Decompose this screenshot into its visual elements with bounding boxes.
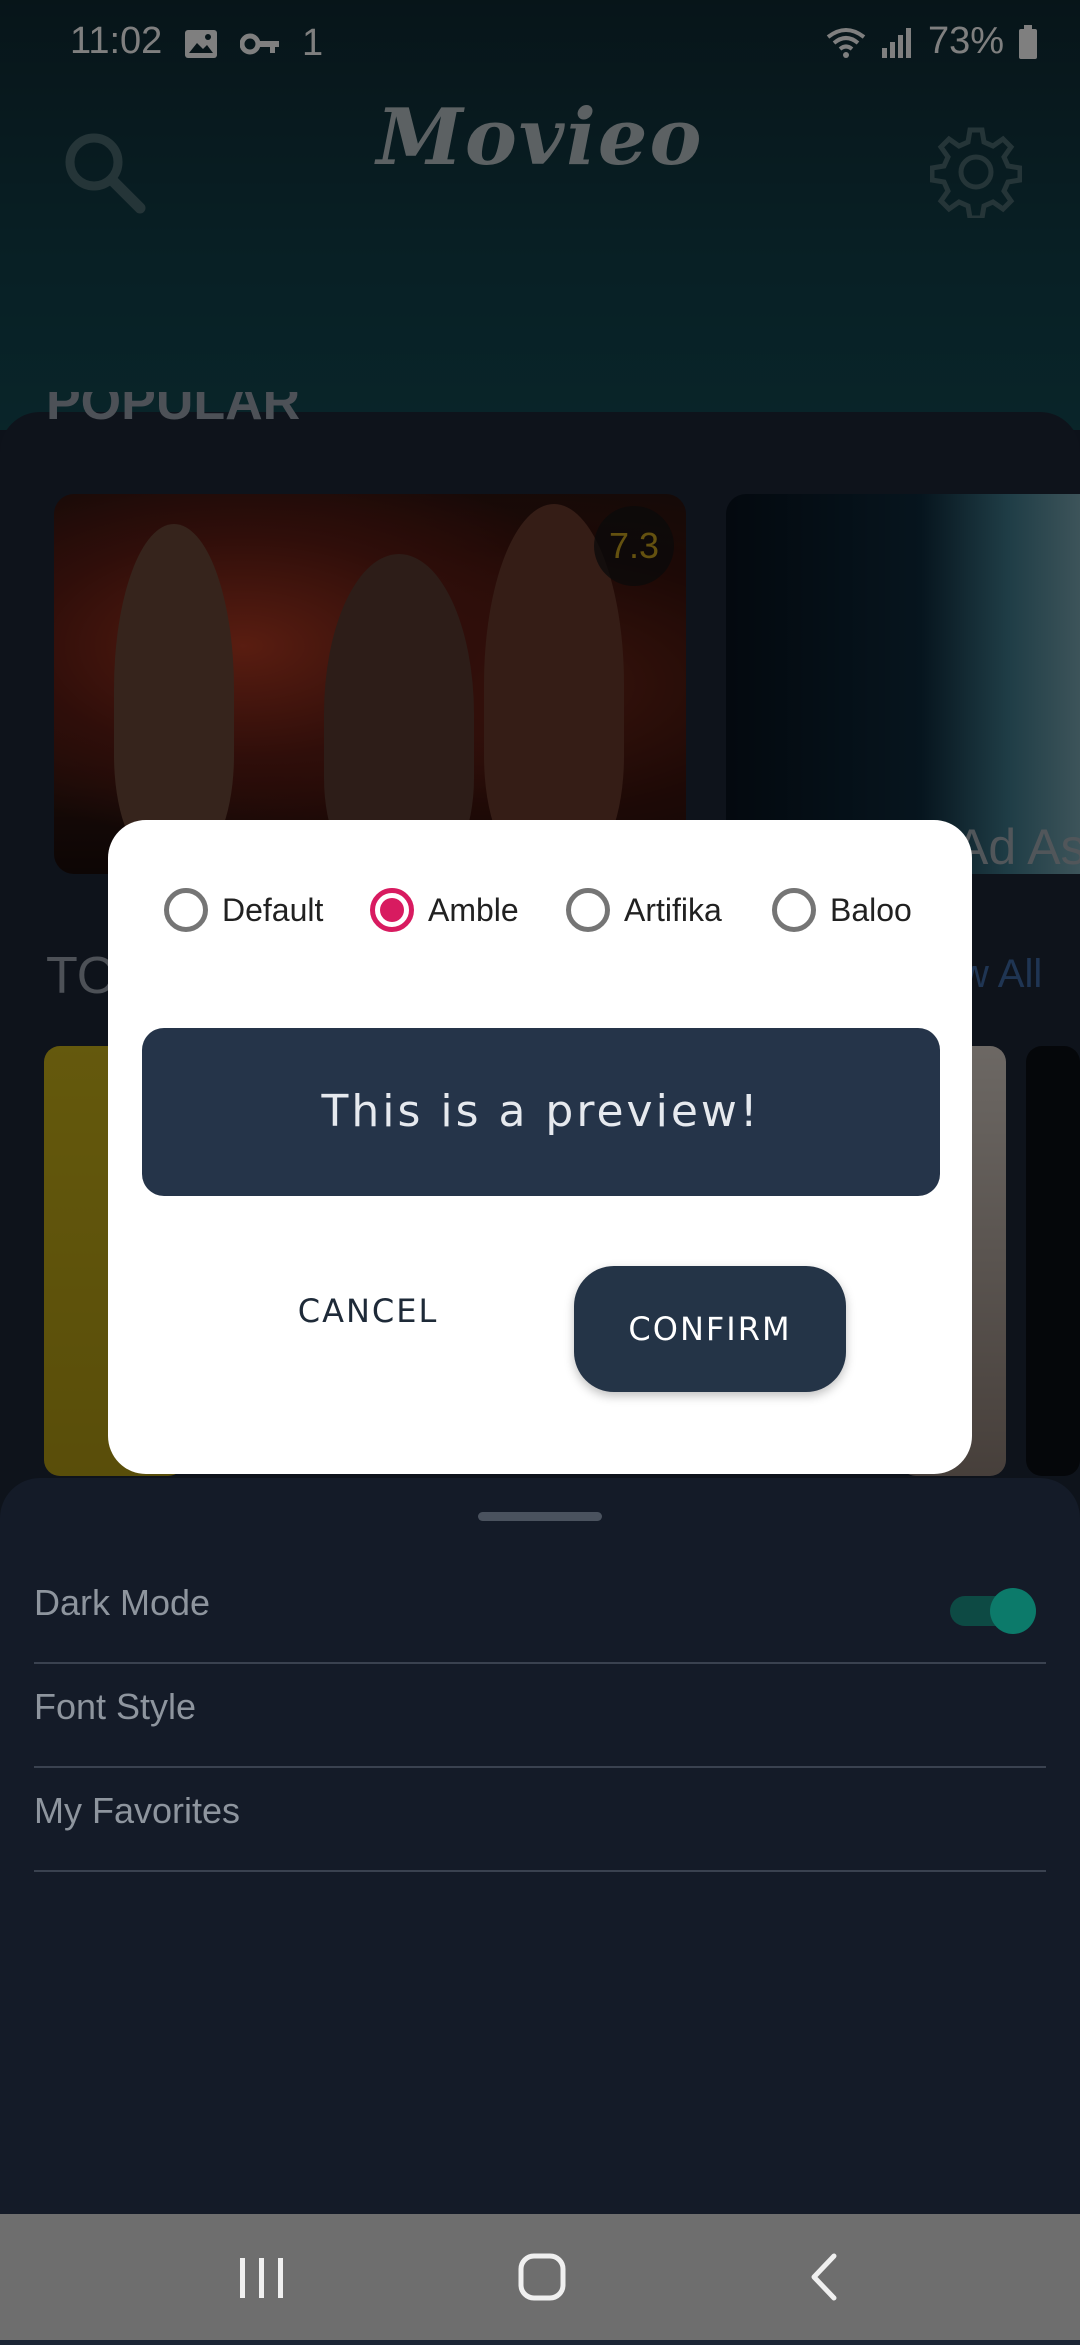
settings-bottom-sheet: Dark Mode Font Style My Favorites	[0, 1478, 1080, 2214]
dark-mode-toggle[interactable]	[950, 1588, 1036, 1634]
font-radio-group: Default Amble Artifika Baloo	[164, 880, 924, 940]
back-icon	[811, 2253, 837, 2301]
radio-button-unchecked[interactable]	[566, 888, 610, 932]
radio-button-unchecked[interactable]	[772, 888, 816, 932]
font-option-label: Baloo	[830, 891, 912, 928]
font-option-default[interactable]: Default	[164, 880, 323, 940]
settings-item-my-favorites[interactable]: My Favorites	[34, 1766, 1046, 1872]
toggle-thumb	[990, 1588, 1036, 1634]
radio-selected-dot	[380, 898, 404, 922]
radio-button-checked[interactable]	[370, 888, 414, 932]
radio-button-unchecked[interactable]	[164, 888, 208, 932]
recent-apps-icon	[240, 2258, 283, 2298]
settings-item-dark-mode[interactable]: Dark Mode	[34, 1558, 1046, 1664]
home-icon	[518, 2253, 566, 2301]
font-style-dialog: Default Amble Artifika Baloo This is a p…	[108, 820, 972, 1474]
home-button[interactable]	[462, 2214, 622, 2340]
settings-item-label: Dark Mode	[34, 1582, 211, 1623]
cancel-button[interactable]: CANCEL	[258, 1266, 478, 1356]
settings-item-label: My Favorites	[34, 1790, 241, 1831]
settings-item-label: Font Style	[34, 1686, 197, 1727]
font-option-label: Artifika	[624, 891, 722, 928]
font-option-label: Default	[222, 891, 324, 928]
sheet-drag-handle[interactable]	[478, 1512, 602, 1521]
font-option-artifika[interactable]: Artifika	[566, 880, 722, 940]
font-preview-box: This is a preview!	[142, 1028, 940, 1196]
back-button[interactable]	[742, 2214, 902, 2340]
font-option-amble[interactable]: Amble	[370, 880, 519, 940]
system-navigation-bar	[0, 2214, 1080, 2340]
settings-item-font-style[interactable]: Font Style	[34, 1662, 1046, 1768]
recent-apps-button[interactable]	[182, 2214, 342, 2340]
font-option-baloo[interactable]: Baloo	[772, 880, 912, 940]
confirm-button[interactable]: CONFIRM	[574, 1266, 846, 1392]
font-option-label: Amble	[428, 891, 519, 928]
